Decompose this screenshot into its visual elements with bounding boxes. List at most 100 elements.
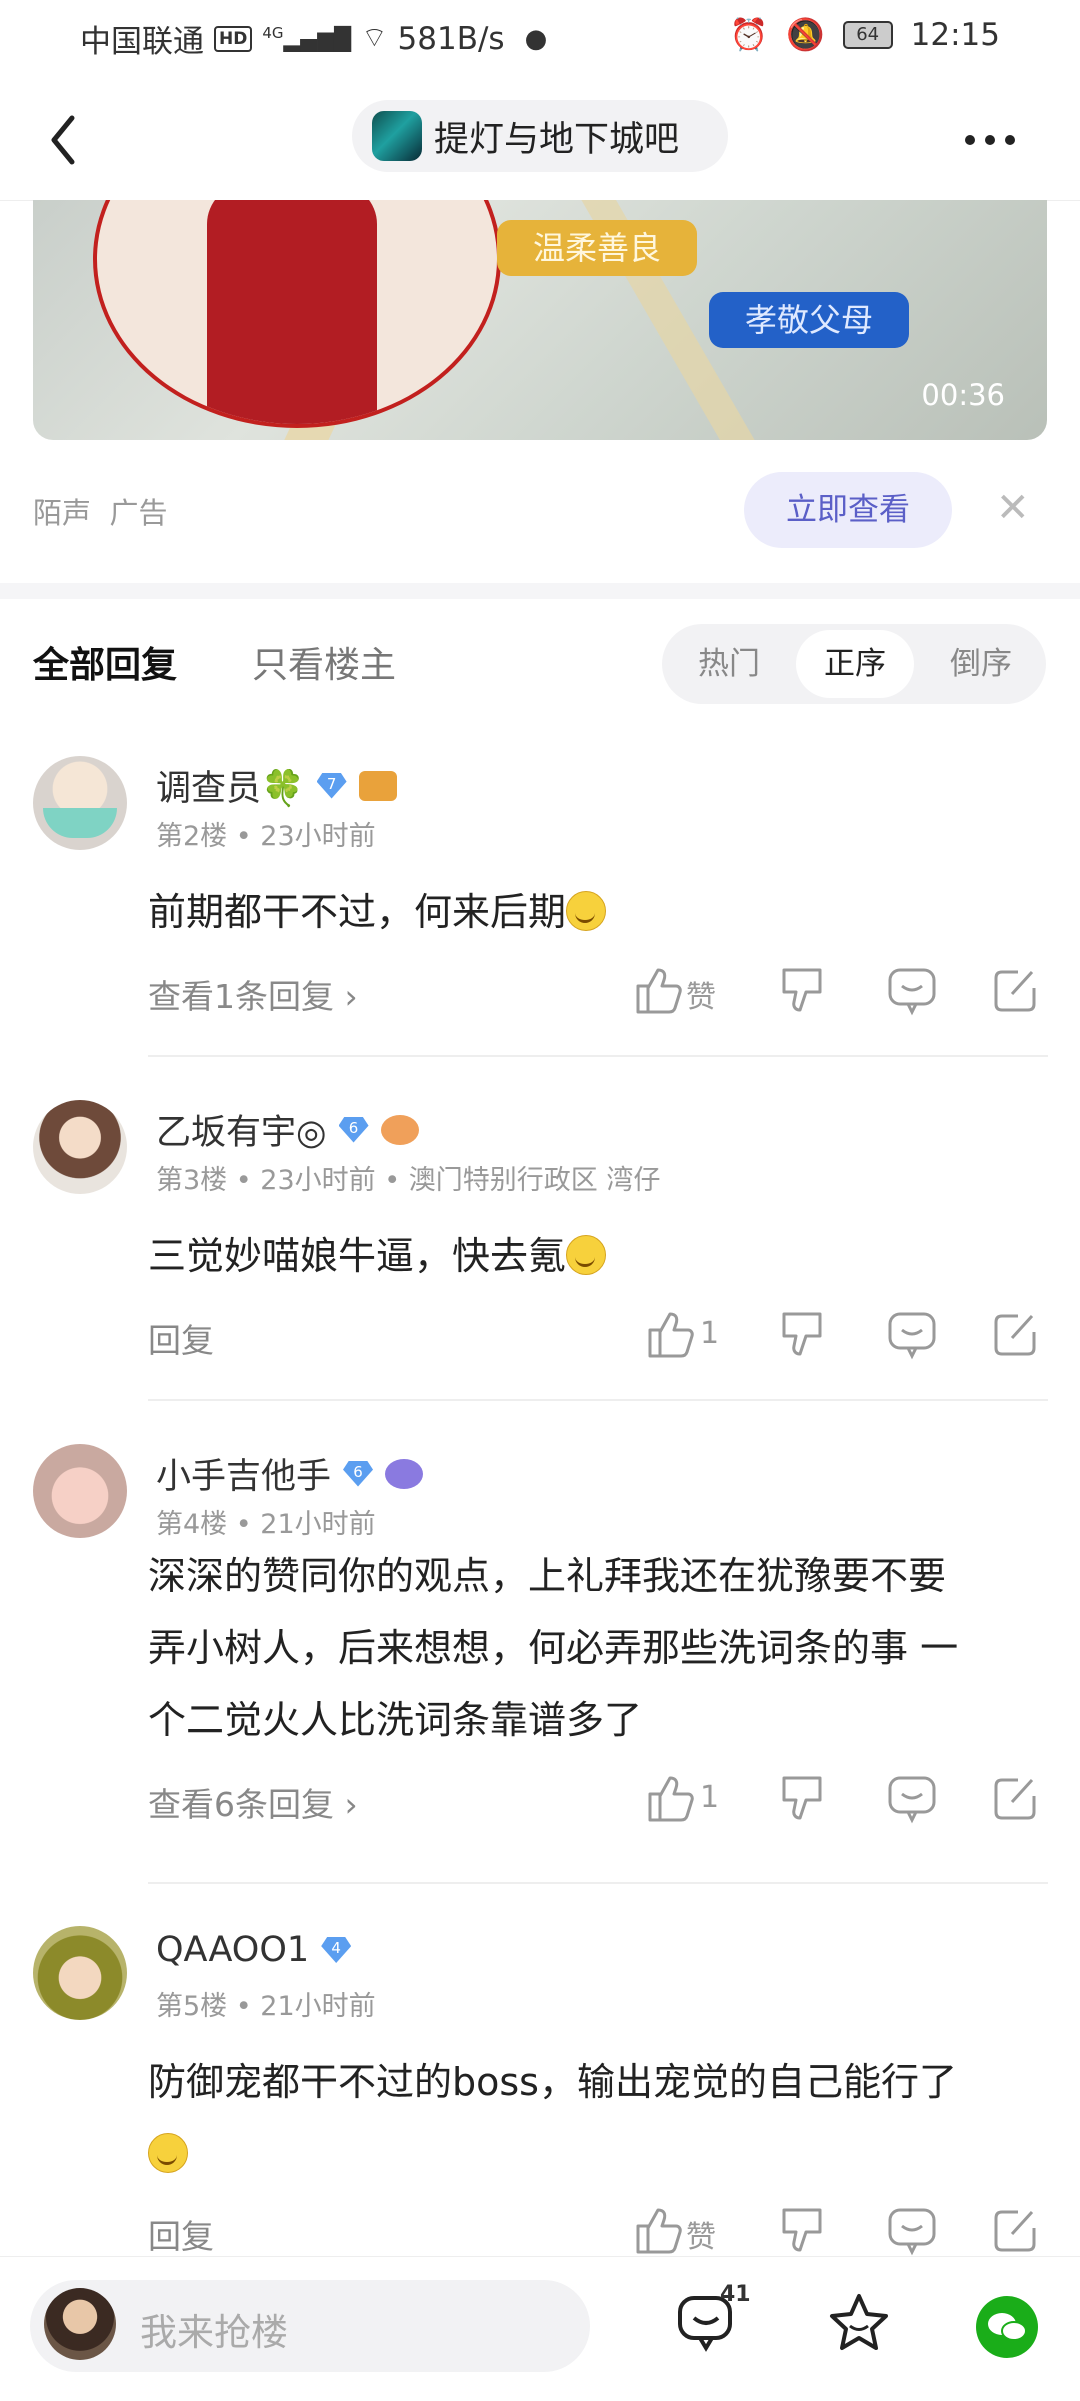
wechat-icon	[988, 2313, 1027, 2341]
reply-text-line: 深深的赞同你的观点，上礼拜我还在犹豫要不要	[148, 1554, 947, 1598]
ad-label: 广告	[109, 496, 168, 530]
ad-source: 陌声 广告	[33, 490, 167, 532]
like-button[interactable]	[630, 962, 686, 1018]
edit-button[interactable]	[988, 962, 1044, 1018]
ad-tag: 温柔善良	[497, 220, 697, 276]
video-duration: 00:36	[921, 378, 1005, 412]
edit-button[interactable]	[988, 2202, 1044, 2258]
ad-view-button[interactable]: 立即查看	[744, 472, 952, 548]
reply-text: 防御宠都干不过的boss，输出宠觉的自己能行了	[148, 2060, 957, 2104]
username-text: 乙坂有宇◎	[156, 1113, 327, 1153]
comment-icon	[888, 1312, 936, 1360]
comment-icon	[888, 2208, 936, 2256]
like-count: 1	[700, 1316, 720, 1351]
reply-actions: 查看6条回复 › 1	[148, 1770, 1048, 1830]
comment-icon	[888, 968, 936, 1016]
ad-video[interactable]: 温柔善良 孝敬父母 00:36	[33, 200, 1047, 440]
level-diamond-icon: 4	[321, 1937, 352, 1963]
back-button[interactable]	[40, 110, 90, 170]
reply-meta: 第4楼 • 21小时前	[156, 1509, 376, 1540]
reply-actions: 查看1条回复 › 赞	[148, 962, 1048, 1022]
post-time: 23小时前	[260, 821, 376, 852]
sort-toggle: 热门 正序 倒序	[662, 624, 1046, 704]
hd-badge: HD	[214, 25, 253, 52]
my-avatar[interactable]	[44, 2288, 116, 2360]
forum-title: 提灯与地下城吧	[434, 119, 680, 160]
view-replies-link[interactable]: 查看6条回复 ›	[148, 1778, 358, 1826]
edit-button[interactable]	[988, 1306, 1044, 1362]
net-speed: 581B/s	[397, 20, 505, 57]
avatar[interactable]	[33, 756, 127, 850]
wechat-notify-icon: ●	[524, 23, 548, 54]
dislike-button[interactable]	[774, 962, 830, 1018]
forum-logo-icon	[372, 111, 422, 161]
nav-bar: 提灯与地下城吧	[0, 80, 1080, 201]
username[interactable]: QAAOO1 4	[156, 1930, 352, 1970]
like-count: 1	[700, 1780, 720, 1815]
reply-link[interactable]: 回复	[148, 2210, 214, 2258]
view-replies-link[interactable]: 查看1条回复 ›	[148, 970, 358, 1018]
tab-op-only[interactable]: 只看楼主	[252, 636, 396, 688]
username[interactable]: 乙坂有宇◎ 6	[156, 1104, 419, 1155]
like-button[interactable]	[642, 1770, 698, 1826]
dislike-button[interactable]	[774, 1306, 830, 1362]
thumbs-up-icon	[648, 1776, 694, 1822]
chevron-left-icon	[51, 115, 75, 165]
more-button[interactable]	[960, 120, 1020, 160]
badge-icon	[385, 1458, 424, 1489]
level-diamond-icon: 7	[316, 772, 347, 799]
dislike-button[interactable]	[774, 1770, 830, 1826]
reply-text: 前期都干不过，何来后期	[148, 890, 567, 934]
avatar[interactable]	[33, 1444, 127, 1538]
reply-content: 深深的赞同你的观点，上礼拜我还在犹豫要不要 弄小树人，后来想想，何必弄那些洗词条…	[148, 1540, 1048, 1756]
like-count: 赞	[686, 980, 716, 1015]
avatar[interactable]	[33, 1926, 127, 2020]
dislike-button[interactable]	[774, 2202, 830, 2258]
post-time: 21小时前	[260, 1991, 376, 2022]
thumbs-down-icon	[782, 968, 822, 1012]
reply-content: 三觉妙喵娘牛逼，快去氪	[148, 1220, 1048, 1292]
reply-text-line: 个二觉火人比洗词条靠谱多了	[148, 1698, 643, 1742]
star-icon	[830, 2294, 888, 2350]
close-icon[interactable]: ✕	[996, 486, 1030, 530]
tab-all-replies[interactable]: 全部回复	[33, 636, 177, 688]
forum-title-pill[interactable]: 提灯与地下城吧	[352, 100, 728, 172]
floor-number: 第2楼	[156, 821, 228, 852]
post-location: 澳门特别行政区 湾仔	[408, 1165, 661, 1196]
edit-button[interactable]	[988, 1770, 1044, 1826]
comment-button[interactable]	[884, 1770, 940, 1826]
like-button[interactable]	[642, 1306, 698, 1362]
mute-icon: 🔕	[786, 17, 825, 53]
edit-icon	[994, 2210, 1036, 2252]
sort-desc[interactable]: 倒序	[926, 624, 1036, 704]
carrier-label: 中国联通	[80, 24, 204, 60]
reply-meta: 第5楼 • 21小时前	[156, 1991, 376, 2022]
divider	[148, 1882, 1048, 1884]
comment-button[interactable]	[884, 2202, 940, 2258]
thumbs-down-icon	[782, 1776, 822, 1820]
sort-hot[interactable]: 热门	[674, 624, 784, 704]
badge-icon	[358, 770, 397, 801]
floor-number: 第4楼	[156, 1509, 228, 1540]
edit-icon	[994, 970, 1036, 1012]
floor-number: 第5楼	[156, 1991, 228, 2022]
thumbs-down-icon	[782, 1312, 822, 1356]
username-text: 小手吉他手	[156, 1457, 332, 1497]
reply-meta: 第2楼 • 23小时前	[156, 821, 376, 852]
favorite-button[interactable]	[826, 2290, 892, 2356]
like-button[interactable]	[630, 2202, 686, 2258]
username[interactable]: 小手吉他手 6	[156, 1448, 424, 1499]
comment-button[interactable]	[884, 962, 940, 1018]
reply-content: 前期都干不过，何来后期	[148, 876, 1048, 948]
sort-asc[interactable]: 正序	[796, 630, 914, 698]
reply-link[interactable]: 回复	[148, 1314, 214, 1362]
battery-icon: 64	[842, 20, 893, 49]
floor-number: 第3楼	[156, 1165, 228, 1196]
avatar[interactable]	[33, 1100, 127, 1194]
username[interactable]: 调查员🍀 7	[156, 760, 397, 811]
divider	[148, 1055, 1048, 1057]
level-diamond-icon: 6	[343, 1460, 374, 1487]
post-time: 23小时前	[260, 1165, 376, 1196]
comment-button[interactable]	[884, 1306, 940, 1362]
wechat-share-button[interactable]	[976, 2296, 1038, 2358]
